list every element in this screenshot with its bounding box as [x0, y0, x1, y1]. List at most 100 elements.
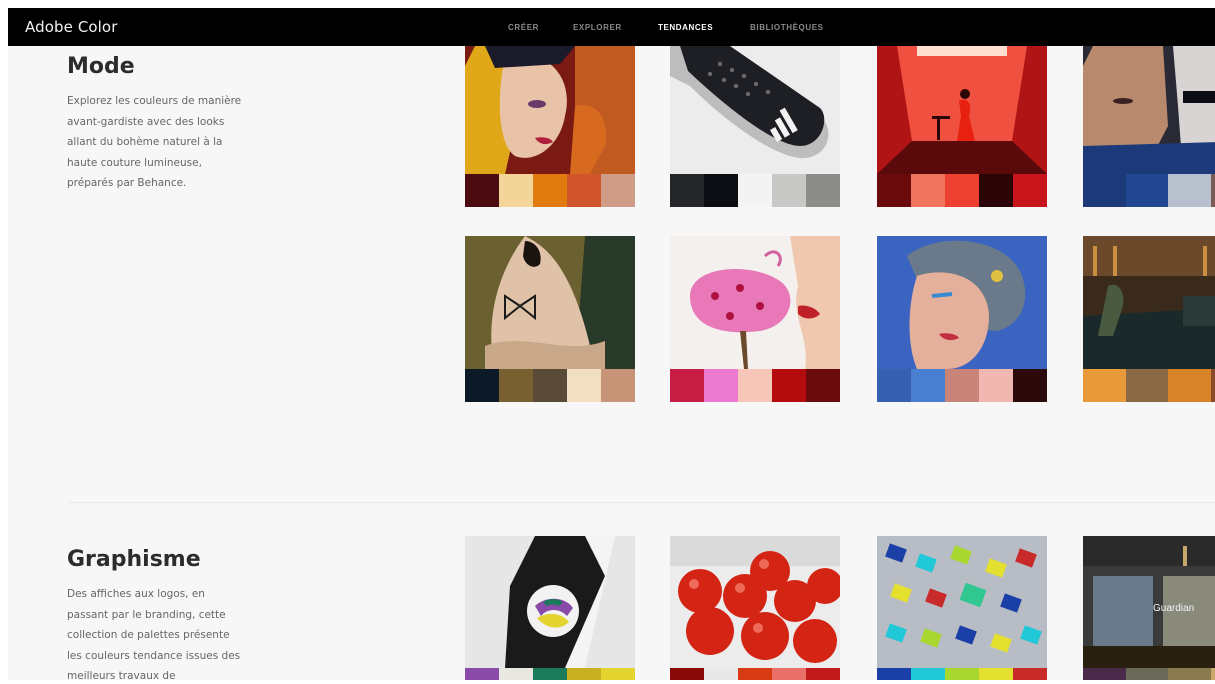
dark-interior-image: [1083, 236, 1215, 369]
palette-card-9[interactable]: [465, 536, 635, 680]
swatch-row: [1083, 174, 1215, 207]
swatch-1: [877, 369, 911, 402]
tomatoes-image: [670, 536, 840, 668]
palette-card-10[interactable]: [670, 536, 840, 680]
swatch-3: [738, 174, 772, 207]
toy-blocks-image: [877, 536, 1047, 668]
swatch-3: [533, 369, 567, 402]
swatch-1: [465, 369, 499, 402]
palette-card-7[interactable]: [877, 236, 1047, 402]
palette-card-11[interactable]: [877, 536, 1047, 680]
card-image-office-glass: Guardian: [1083, 536, 1215, 668]
swatch-2: [1125, 668, 1168, 680]
swatch-4: [979, 174, 1013, 207]
swatch-row: [465, 174, 635, 207]
section-title-graphisme: Graphisme: [67, 547, 201, 572]
swatch-4: [772, 668, 806, 680]
swatch-2: [1125, 174, 1168, 207]
swatch-2: [499, 369, 533, 402]
swatch-3: [738, 668, 772, 680]
swatch-1: [465, 174, 499, 207]
card-image-woman-butterfly: [465, 236, 635, 369]
swatch-4: [979, 369, 1013, 402]
tab-create[interactable]: CRÉER: [508, 23, 539, 32]
swatch-1: [1083, 369, 1126, 402]
trends-page: Mode Explorez les couleurs de manière av…: [8, 46, 1215, 680]
swatch-5: [1013, 668, 1047, 680]
woman-yellow-hood-image: [465, 46, 635, 174]
palette-card-1[interactable]: [465, 46, 635, 207]
card-image-adidas-sneaker: [670, 46, 840, 174]
guardian-sign-text: Guardian: [1153, 603, 1194, 614]
card-image-toy-blocks: [877, 536, 1047, 668]
page-bottom-edge: [0, 680, 1215, 684]
swatch-2: [911, 668, 945, 680]
swatch-4: [1210, 668, 1215, 680]
swatch-1: [465, 668, 499, 680]
woman-blue-hair-image: [877, 236, 1047, 369]
swatch-2: [704, 369, 738, 402]
palette-card-6[interactable]: [670, 236, 840, 402]
swatch-5: [806, 174, 840, 207]
cake-fork-lips-image: [670, 236, 840, 369]
swatch-row: [670, 174, 840, 207]
card-image-woman-yellow-hood: [465, 46, 635, 174]
swatch-3: [533, 668, 567, 680]
swatch-5: [601, 174, 635, 207]
swatch-row: [465, 668, 635, 680]
swatch-3: [945, 369, 979, 402]
swatch-4: [1210, 174, 1215, 207]
top-navigation-bar: Adobe Color CRÉER EXPLORER TENDANCES BIB…: [8, 8, 1215, 46]
card-image-woman-blue-hair: [877, 236, 1047, 369]
swatch-2: [499, 174, 533, 207]
swatch-3: [533, 174, 567, 207]
swatch-4: [772, 369, 806, 402]
swatch-row: [1083, 369, 1215, 402]
swatch-row: [670, 369, 840, 402]
swatch-5: [601, 369, 635, 402]
tab-explore[interactable]: EXPLORER: [573, 23, 622, 32]
swatch-4: [772, 174, 806, 207]
swatch-row: [465, 369, 635, 402]
palette-card-2[interactable]: [670, 46, 840, 207]
two-faces-image: [1083, 46, 1215, 174]
card-image-bottle-label: [465, 536, 635, 668]
card-image-two-faces: [1083, 46, 1215, 174]
swatch-row: [877, 668, 1047, 680]
swatch-row: [1083, 668, 1215, 680]
swatch-4: [567, 174, 601, 207]
swatch-5: [601, 668, 635, 680]
section-title-mode: Mode: [67, 54, 135, 79]
swatch-4: [979, 668, 1013, 680]
section-description-graphisme: Des affiches aux logos, en passant par l…: [67, 588, 241, 680]
tab-trends[interactable]: TENDANCES: [658, 23, 713, 32]
red-room-image: [877, 46, 1047, 174]
swatch-5: [1013, 174, 1047, 207]
swatch-3: [738, 369, 772, 402]
section-description-mode: Explorez les couleurs de manière avant-g…: [67, 95, 242, 189]
swatch-2: [911, 369, 945, 402]
swatch-1: [670, 369, 704, 402]
swatch-3: [1168, 369, 1211, 402]
swatch-5: [806, 369, 840, 402]
palette-card-8[interactable]: [1083, 236, 1215, 402]
swatch-1: [877, 668, 911, 680]
bottle-label-image: [465, 536, 635, 668]
swatch-2: [704, 174, 738, 207]
palette-card-4[interactable]: [1083, 46, 1215, 207]
tab-libraries[interactable]: BIBLIOTHÈQUES: [750, 23, 824, 32]
swatch-4: [567, 369, 601, 402]
card-image-cake-fork-lips: [670, 236, 840, 369]
main-nav: CRÉER EXPLORER TENDANCES BIBLIOTHÈQUES: [8, 8, 1215, 46]
swatch-2: [911, 174, 945, 207]
palette-card-5[interactable]: [465, 236, 635, 402]
swatch-row: [877, 174, 1047, 207]
swatch-3: [1168, 174, 1211, 207]
swatch-2: [704, 668, 738, 680]
palette-card-3[interactable]: [877, 46, 1047, 207]
palette-card-12[interactable]: Guardian: [1083, 536, 1215, 680]
card-image-tomatoes: [670, 536, 840, 668]
woman-butterfly-image: [465, 236, 635, 369]
swatch-2: [499, 668, 533, 680]
swatch-2: [1125, 369, 1168, 402]
